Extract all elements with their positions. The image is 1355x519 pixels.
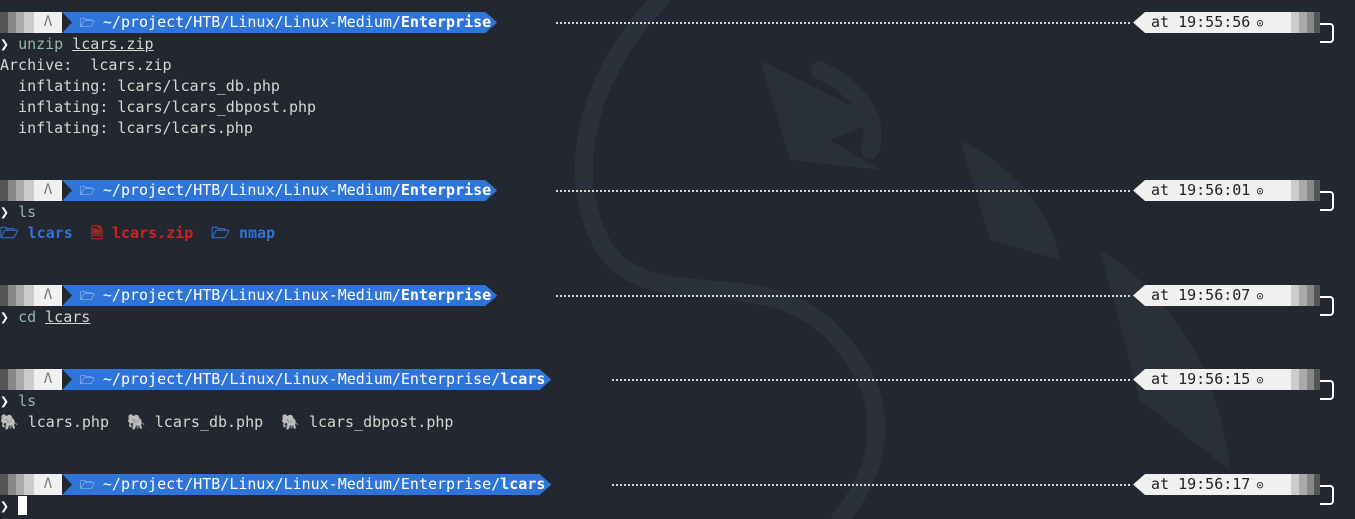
prompt-bar: Λ 🗁 ~/project/HTB/Linux/Linux-Medium/Ente… xyxy=(0,285,1334,316)
prompt-filler xyxy=(556,22,1130,24)
archive-entry: lcars.zip xyxy=(111,224,194,242)
ls-output: 🗁 lcars 🗎 lcars.zip 🗁 nmap xyxy=(0,223,275,244)
prompt-filler xyxy=(556,295,1130,297)
file-entry: lcars.php xyxy=(27,413,109,431)
ls-output: 🐘 lcars.php 🐘 lcars_db.php 🐘 lcars_dbpos… xyxy=(0,412,453,433)
folder-open-icon: 🗁 xyxy=(80,184,95,198)
zip-archive-icon: 🗎 xyxy=(90,224,103,242)
prompt-connector xyxy=(1320,380,1334,400)
arch-linux-icon: Λ xyxy=(34,474,62,495)
prompt-filler xyxy=(612,379,1130,381)
timestamp-text: at 19:56:01 xyxy=(1151,181,1251,199)
arch-linux-icon: Λ xyxy=(34,180,62,201)
clock-icon: ⊙ xyxy=(1256,16,1264,30)
arch-linux-icon: Λ xyxy=(34,285,62,306)
clock-icon: ⊙ xyxy=(1256,184,1264,198)
folder-open-icon: 🗁 xyxy=(80,373,95,387)
command-name: ls xyxy=(18,392,37,410)
prompt-filler xyxy=(556,190,1130,192)
command-name: ls xyxy=(18,203,37,221)
path-segment: 🗁 ~/project/HTB/Linux/Linux-Medium/Enterp… xyxy=(62,285,497,306)
timestamp: at 19:56:17 ⊙ xyxy=(1133,474,1291,495)
path-segment: 🗁 ~/project/HTB/Linux/Linux-Medium/Enterp… xyxy=(62,369,551,390)
output-line: inflating: lcars/lcars_dbpost.php xyxy=(0,98,317,116)
path-current-dir: lcars xyxy=(500,370,546,388)
command-arg: lcars xyxy=(45,308,91,326)
timestamp: at 19:56:15 ⊙ xyxy=(1133,369,1291,390)
path-segment: 🗁 ~/project/HTB/Linux/Linux-Medium/Enterp… xyxy=(62,12,497,33)
command-line: ❯ ls xyxy=(0,391,36,412)
timestamp: at 19:55:56 ⊙ xyxy=(1133,12,1291,33)
prompt-connector xyxy=(1320,191,1334,211)
folder-icon: 🗁 xyxy=(211,224,230,242)
arch-linux-icon: Λ xyxy=(34,12,62,33)
clock-icon: ⊙ xyxy=(1256,289,1264,303)
folder-open-icon: 🗁 xyxy=(80,16,95,30)
path-current-dir: Enterprise xyxy=(400,13,492,31)
timestamp-text: at 19:55:56 xyxy=(1151,13,1251,31)
file-entry: lcars_dbpost.php xyxy=(308,413,454,431)
clock-icon: ⊙ xyxy=(1256,478,1264,492)
command-line: ❯ unzip lcars.zip xyxy=(0,34,154,55)
prompt-char: ❯ xyxy=(0,497,10,515)
prompt-char: ❯ xyxy=(0,35,10,53)
file-entry: lcars_db.php xyxy=(154,413,264,431)
path-current-dir: Enterprise xyxy=(400,181,492,199)
timestamp: at 19:56:01 ⊙ xyxy=(1133,180,1291,201)
terminal-cursor[interactable] xyxy=(18,496,28,515)
timestamp-text: at 19:56:15 xyxy=(1151,370,1251,388)
prompt-bar: Λ 🗁 ~/project/HTB/Linux/Linux-Medium/Ente… xyxy=(0,180,1334,211)
prompt-connector xyxy=(1320,23,1334,43)
output-line: inflating: lcars/lcars.php xyxy=(0,119,253,137)
folder-icon: 🗁 xyxy=(0,224,19,242)
prompt-char: ❯ xyxy=(0,308,10,326)
path-prefix: ~/project/HTB/Linux/Linux-Medium/Enterpr… xyxy=(102,370,501,388)
prompt-char: ❯ xyxy=(0,392,10,410)
path-current-dir: Enterprise xyxy=(400,286,492,304)
command-arg: lcars.zip xyxy=(72,35,154,53)
path-segment: 🗁 ~/project/HTB/Linux/Linux-Medium/Enterp… xyxy=(62,180,497,201)
timestamp-text: at 19:56:07 xyxy=(1151,286,1251,304)
folder-open-icon: 🗁 xyxy=(80,289,95,303)
path-prefix: ~/project/HTB/Linux/Linux-Medium/Enterpr… xyxy=(102,475,501,493)
directory-entry: lcars xyxy=(27,224,73,242)
path-segment: 🗁 ~/project/HTB/Linux/Linux-Medium/Enterp… xyxy=(62,474,551,495)
command-name: unzip xyxy=(18,35,64,53)
timestamp-text: at 19:56:17 xyxy=(1151,475,1251,493)
path-prefix: ~/project/HTB/Linux/Linux-Medium/ xyxy=(102,13,401,31)
arch-linux-icon: Λ xyxy=(34,369,62,390)
prompt-connector xyxy=(1320,485,1334,505)
prompt-bar: Λ 🗁 ~/project/HTB/Linux/Linux-Medium/Ente… xyxy=(0,474,1334,505)
output-line: inflating: lcars/lcars_db.php xyxy=(0,77,280,95)
prompt-filler xyxy=(612,484,1130,486)
php-elephant-icon: 🐘 xyxy=(0,413,19,431)
path-prefix: ~/project/HTB/Linux/Linux-Medium/ xyxy=(102,181,401,199)
output-line: Archive: lcars.zip xyxy=(0,56,172,74)
command-name: cd xyxy=(18,308,37,326)
prompt-connector xyxy=(1320,296,1334,316)
timestamp: at 19:56:07 ⊙ xyxy=(1133,285,1291,306)
prompt-char: ❯ xyxy=(0,203,10,221)
folder-open-icon: 🗁 xyxy=(80,478,95,492)
clock-icon: ⊙ xyxy=(1256,373,1264,387)
command-line[interactable]: ❯ xyxy=(0,496,28,517)
php-elephant-icon: 🐘 xyxy=(127,413,146,431)
php-elephant-icon: 🐘 xyxy=(281,413,300,431)
prompt-bar: Λ 🗁 ~/project/HTB/Linux/Linux-Medium/Ente… xyxy=(0,12,1334,43)
prompt-bar: Λ 🗁 ~/project/HTB/Linux/Linux-Medium/Ente… xyxy=(0,369,1334,400)
directory-entry: nmap xyxy=(238,224,276,242)
path-prefix: ~/project/HTB/Linux/Linux-Medium/ xyxy=(102,286,401,304)
command-line: ❯ cd lcars xyxy=(0,307,90,328)
path-current-dir: lcars xyxy=(500,475,546,493)
command-line: ❯ ls xyxy=(0,202,36,223)
